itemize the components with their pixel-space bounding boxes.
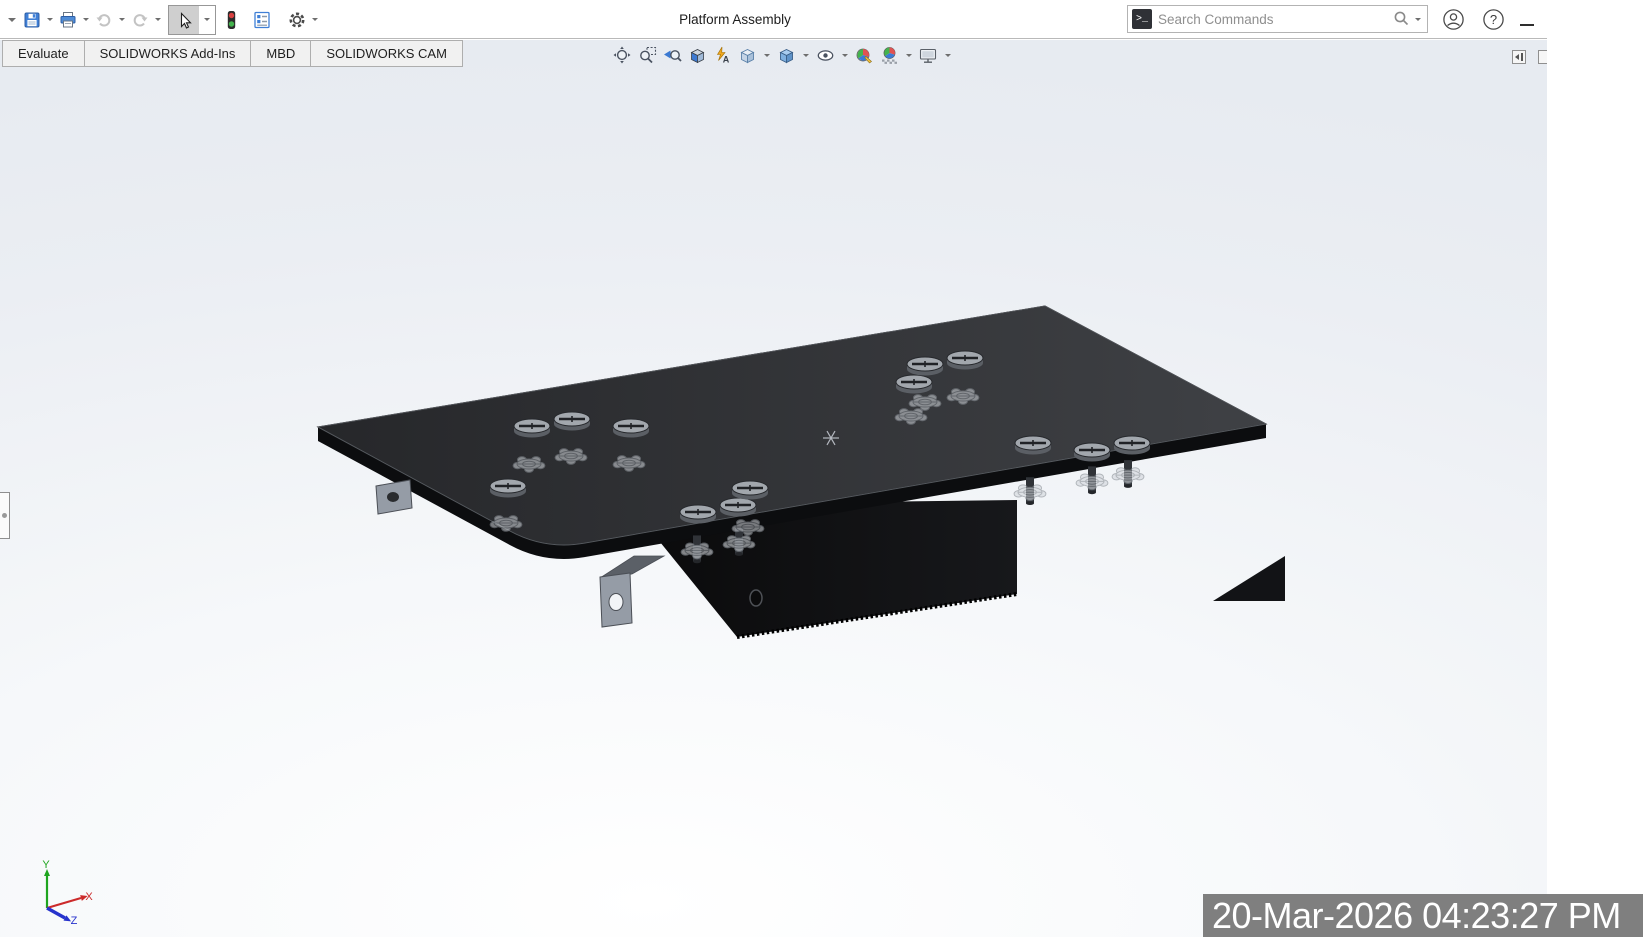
fastener-screw[interactable] xyxy=(1114,436,1150,455)
viewport-canvas[interactable]: Y XZ xyxy=(0,40,1547,937)
fastener-screw[interactable] xyxy=(554,412,590,431)
section-view-icon[interactable] xyxy=(686,44,709,67)
search-input[interactable] xyxy=(1158,12,1392,27)
view-settings-dropdown-icon[interactable] xyxy=(945,54,951,57)
stud-tip xyxy=(693,560,701,564)
expand-panel-icon[interactable] xyxy=(1538,50,1547,64)
fastener-screw[interactable] xyxy=(490,479,526,498)
svg-text:A: A xyxy=(723,54,730,64)
undo-icon[interactable] xyxy=(93,9,115,31)
select-dropdown-icon[interactable] xyxy=(199,6,215,34)
view-settings-icon[interactable] xyxy=(917,44,940,67)
view-orientation-dropdown-icon[interactable] xyxy=(764,54,770,57)
apply-scene-icon[interactable] xyxy=(878,44,901,67)
fastener-nut[interactable] xyxy=(1014,485,1046,501)
solidworks-window: Platform Assembly >_ ? Evaluate SOLIDWOR… xyxy=(0,0,1547,937)
fastener-screw[interactable] xyxy=(514,419,550,438)
hide-show-dropdown-icon[interactable] xyxy=(842,54,848,57)
svg-text:X: X xyxy=(85,891,93,903)
view-orientation-icon[interactable] xyxy=(736,44,759,67)
box-hole xyxy=(750,590,762,606)
hide-show-items-icon[interactable] xyxy=(814,44,837,67)
graphics-viewport[interactable]: Y XZ A xyxy=(0,40,1547,937)
timestamp-overlay: 20-Mar-2026 04:23:27 PM xyxy=(1203,894,1643,937)
previous-view-icon[interactable] xyxy=(661,44,684,67)
redo-icon[interactable] xyxy=(129,9,151,31)
stud-tip xyxy=(1026,501,1034,505)
user-account-icon[interactable] xyxy=(1441,7,1466,32)
collapse-panel-icon[interactable] xyxy=(1512,50,1526,64)
support-right[interactable] xyxy=(1213,556,1285,601)
undo-dropdown-icon[interactable] xyxy=(119,18,125,21)
options-dropdown-icon[interactable] xyxy=(312,18,318,21)
fastener-screw[interactable] xyxy=(907,357,943,376)
fastener-nut[interactable] xyxy=(1076,474,1108,490)
tab-solidworks-add-ins[interactable]: SOLIDWORKS Add-Ins xyxy=(85,41,252,66)
edit-appearance-icon[interactable] xyxy=(853,44,876,67)
tab-mbd[interactable]: MBD xyxy=(251,41,311,66)
tab-evaluate[interactable]: Evaluate xyxy=(3,41,85,66)
zoom-to-fit-icon[interactable] xyxy=(611,44,634,67)
stud-tip xyxy=(735,552,743,556)
fastener-screw[interactable] xyxy=(680,505,716,524)
fastener-screw[interactable] xyxy=(947,351,983,370)
toolbar-expand-icon[interactable] xyxy=(8,18,16,22)
svg-text:?: ? xyxy=(1490,12,1497,27)
fastener-screw[interactable] xyxy=(720,498,756,517)
annotation-views-icon[interactable]: A xyxy=(711,44,734,67)
traffic-light-icon[interactable] xyxy=(220,9,242,31)
title-bar: Platform Assembly >_ ? xyxy=(0,0,1547,39)
save-icon[interactable] xyxy=(21,9,43,31)
rebuild-list-icon[interactable] xyxy=(251,9,273,31)
print-icon[interactable] xyxy=(57,9,79,31)
display-style-icon[interactable] xyxy=(775,44,798,67)
fastener-nut[interactable] xyxy=(1112,468,1144,484)
zoom-to-area-icon[interactable] xyxy=(636,44,659,67)
stud-tip xyxy=(1124,484,1132,488)
search-commands-box: >_ xyxy=(1127,5,1428,33)
search-scope-dropdown-icon[interactable] xyxy=(1415,18,1421,21)
options-gear-icon[interactable] xyxy=(286,9,308,31)
bracket-front-hole xyxy=(609,594,623,611)
tab-solidworks-cam[interactable]: SOLIDWORKS CAM xyxy=(311,41,462,66)
stud-tip xyxy=(1088,491,1096,495)
svg-text:Y: Y xyxy=(42,859,50,871)
bracket-left-hole xyxy=(387,492,399,502)
bracket-front-flange[interactable] xyxy=(600,556,664,578)
command-prompt-icon: >_ xyxy=(1132,9,1152,29)
fastener-screw[interactable] xyxy=(613,419,649,438)
minimize-button[interactable] xyxy=(1520,14,1537,26)
svg-text:Z: Z xyxy=(71,915,78,927)
reference-triad: Y XZ xyxy=(42,859,93,927)
heads-up-view-toolbar: A xyxy=(611,43,954,67)
select-tool-group xyxy=(168,5,216,35)
fastener-screw[interactable] xyxy=(1074,443,1110,462)
fastener-screw[interactable] xyxy=(732,481,768,500)
fastener-screw[interactable] xyxy=(1015,436,1051,455)
apply-scene-dropdown-icon[interactable] xyxy=(906,54,912,57)
quick-access-toolbar xyxy=(4,0,321,39)
select-cursor-icon[interactable] xyxy=(169,6,199,34)
feature-manager-collapsed-tab[interactable] xyxy=(0,492,10,539)
redo-dropdown-icon[interactable] xyxy=(155,18,161,21)
print-dropdown-icon[interactable] xyxy=(83,18,89,21)
search-icon[interactable] xyxy=(1392,9,1412,29)
display-style-dropdown-icon[interactable] xyxy=(803,54,809,57)
help-icon[interactable]: ? xyxy=(1481,7,1506,32)
save-dropdown-icon[interactable] xyxy=(47,18,53,21)
command-manager-tabs: Evaluate SOLIDWORKS Add-Ins MBD SOLIDWOR… xyxy=(2,40,463,67)
fastener-screw[interactable] xyxy=(896,375,932,394)
